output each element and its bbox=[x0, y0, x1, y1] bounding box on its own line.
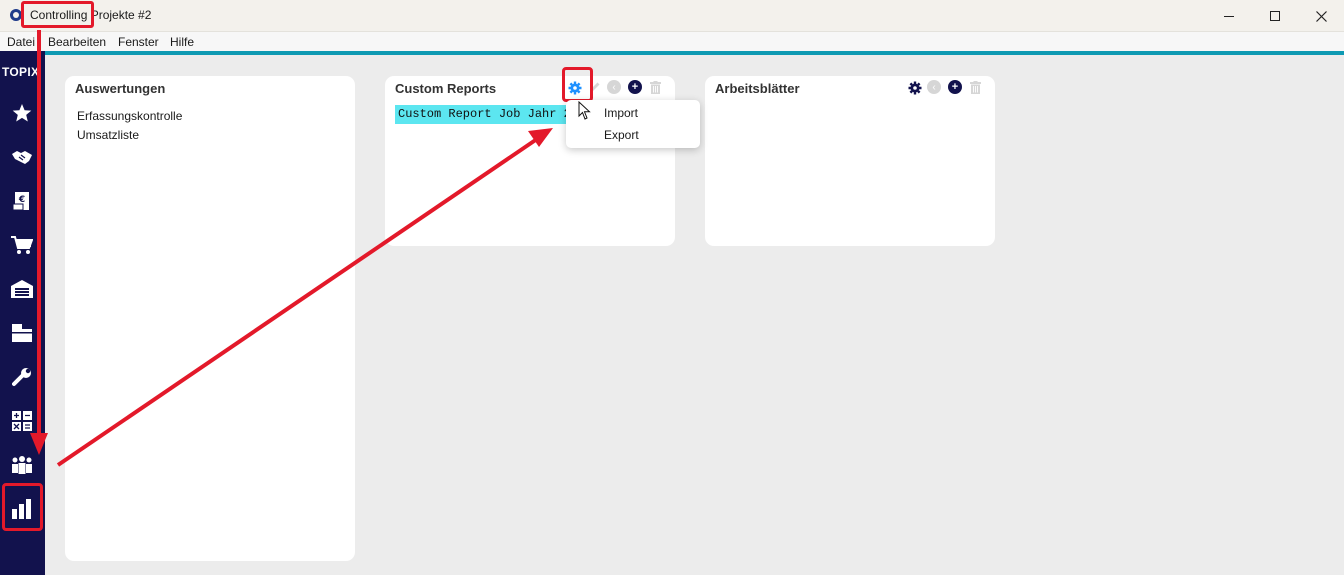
trash-icon[interactable] bbox=[968, 80, 982, 94]
menu-datei[interactable]: Datei bbox=[7, 35, 35, 49]
menu-item-export[interactable]: Export bbox=[604, 128, 639, 142]
cart-icon[interactable] bbox=[11, 234, 33, 256]
panel-title-auswertungen: Auswertungen bbox=[75, 81, 166, 96]
menu-bearbeiten[interactable]: Bearbeiten bbox=[48, 35, 106, 49]
add-icon[interactable]: + bbox=[628, 80, 642, 94]
mouse-cursor-icon bbox=[578, 101, 591, 120]
minimize-button[interactable] bbox=[1206, 0, 1252, 32]
menu-bar: Datei Bearbeiten Fenster Hilfe bbox=[0, 32, 1344, 51]
handshake-icon[interactable] bbox=[11, 146, 33, 168]
panel-auswertungen: Auswertungen Erfassungskontrolle Umsatzl… bbox=[65, 76, 355, 561]
panel-title-custom-reports: Custom Reports bbox=[395, 81, 497, 96]
calculator-icon[interactable] bbox=[11, 410, 33, 432]
wrench-icon[interactable] bbox=[11, 366, 33, 388]
back-icon[interactable]: ‹ bbox=[607, 80, 621, 94]
archive-icon[interactable] bbox=[11, 322, 33, 344]
gear-icon[interactable] bbox=[908, 81, 922, 95]
title-bar: Controlling Projekte #2 bbox=[0, 0, 1344, 32]
close-icon bbox=[1315, 10, 1327, 22]
svg-text:€: € bbox=[18, 195, 25, 205]
panel-arbeitsblaetter: Arbeitsblätter ‹ + bbox=[705, 76, 995, 246]
trash-icon[interactable] bbox=[648, 80, 662, 94]
star-icon[interactable] bbox=[11, 102, 33, 124]
accent-line bbox=[45, 51, 1344, 55]
warehouse-icon[interactable] bbox=[11, 278, 33, 300]
annotation-highlight-title bbox=[21, 1, 94, 28]
invoice-icon[interactable]: € bbox=[11, 190, 33, 212]
brand-logo: TOPIX bbox=[2, 65, 40, 79]
list-item[interactable]: Erfassungskontrolle bbox=[77, 109, 182, 123]
annotation-highlight-gear bbox=[562, 67, 593, 102]
menu-fenster[interactable]: Fenster bbox=[118, 35, 159, 49]
people-icon[interactable] bbox=[11, 454, 33, 476]
list-item-selected[interactable]: Custom Report Job Jahr 202 bbox=[395, 105, 580, 124]
list-item[interactable]: Umsatzliste bbox=[77, 128, 139, 142]
add-icon[interactable]: + bbox=[948, 80, 962, 94]
back-icon[interactable]: ‹ bbox=[927, 80, 941, 94]
menu-item-import[interactable]: Import bbox=[604, 106, 638, 120]
close-button[interactable] bbox=[1298, 0, 1344, 32]
menu-hilfe[interactable]: Hilfe bbox=[170, 35, 194, 49]
maximize-icon bbox=[1270, 11, 1280, 21]
minimize-icon bbox=[1224, 15, 1234, 17]
panel-title-arbeitsblaetter: Arbeitsblätter bbox=[715, 81, 800, 96]
annotation-highlight-sidebar bbox=[2, 483, 43, 531]
maximize-button[interactable] bbox=[1252, 0, 1298, 32]
